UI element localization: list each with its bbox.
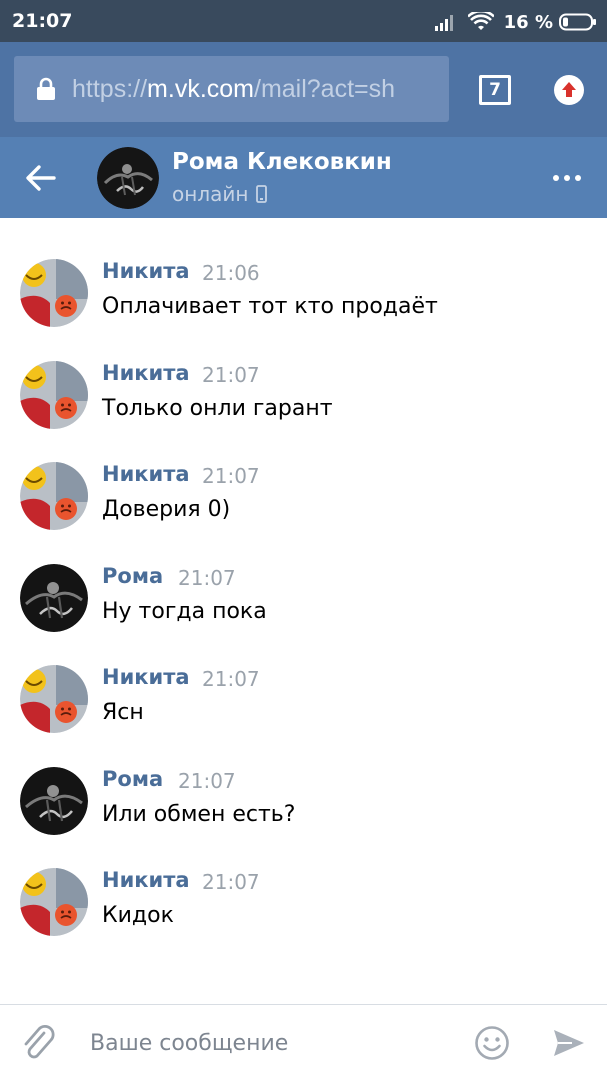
url-text: https://m.vk.com/mail?act=sh	[72, 75, 395, 104]
message-author[interactable]: Никита	[102, 665, 190, 689]
message-text: Только онли гарант	[102, 395, 333, 421]
message-author[interactable]: Рома	[102, 767, 163, 791]
contact-status-text: онлайн	[172, 182, 249, 206]
avatar-nikita-image	[20, 462, 88, 530]
message-time: 21:07	[178, 768, 236, 793]
contact-status: онлайн	[172, 182, 268, 206]
chat-header: Рома Клековкин онлайн	[0, 137, 607, 218]
message-author[interactable]: Никита	[102, 259, 190, 283]
url-path: /mail?act=sh	[254, 74, 396, 103]
message-time: 21:07	[202, 667, 260, 691]
message-author[interactable]: Рома	[102, 564, 163, 588]
avatar-nikita-image	[20, 259, 88, 327]
status-time: 21:07	[12, 10, 73, 32]
address-bar[interactable]: https://m.vk.com/mail?act=sh	[14, 56, 449, 122]
browser-toolbar: https://m.vk.com/mail?act=sh 7	[0, 42, 607, 137]
message-text: Кидок	[102, 903, 174, 928]
emoji-icon[interactable]	[474, 1025, 510, 1061]
message-list: Никита 21:06 Оплачивает тот кто продаёт Ник…	[0, 218, 607, 1004]
message-item[interactable]: Никита 21:07 Кидок	[0, 868, 607, 948]
avatar-roma-image	[97, 147, 159, 209]
back-arrow-icon[interactable]	[24, 161, 58, 195]
avatar-nikita-image	[20, 665, 88, 733]
send-icon[interactable]	[552, 1027, 586, 1059]
message-text: Оплачивает тот кто продаёт	[102, 294, 438, 319]
message-item[interactable]: Никита 21:07 Только онли гарант	[0, 360, 607, 441]
battery-percent: 16 %	[503, 11, 553, 33]
avatar[interactable]	[20, 259, 88, 327]
contact-name: Рома Клековкин	[172, 149, 392, 175]
upload-arrow-icon	[562, 82, 576, 97]
message-author[interactable]: Никита	[102, 868, 190, 892]
message-item[interactable]: Никита 21:07 Доверия 0)	[0, 462, 607, 542]
signal-icon	[434, 15, 453, 31]
paperclip-icon[interactable]	[20, 1023, 56, 1063]
phone-icon	[256, 185, 268, 203]
message-item[interactable]: Рома 21:07 Или обмен есть?	[0, 766, 607, 847]
url-host: m.vk.com	[147, 74, 254, 103]
message-text: Ясн	[102, 700, 144, 725]
url-prefix: https://	[72, 74, 148, 103]
avatar-nikita-image	[20, 360, 88, 429]
avatar[interactable]	[20, 868, 88, 936]
lock-icon	[37, 77, 55, 100]
message-time: 21:07	[178, 565, 236, 590]
message-time: 21:07	[202, 464, 260, 488]
avatar[interactable]	[20, 766, 88, 835]
message-text: Доверия 0)	[102, 497, 231, 522]
upload-icon[interactable]	[554, 75, 584, 105]
message-author[interactable]: Никита	[102, 462, 190, 486]
message-item[interactable]: Рома 21:07 Ну тогда пока	[0, 563, 607, 644]
avatar[interactable]	[20, 360, 88, 429]
message-text: Ну тогда пока	[102, 598, 267, 624]
message-time: 21:06	[202, 261, 260, 285]
battery-icon	[559, 13, 596, 31]
status-icons: 16 %	[434, 10, 597, 34]
more-icon[interactable]	[552, 173, 582, 183]
compose-bar	[0, 1004, 607, 1080]
avatar[interactable]	[20, 665, 88, 733]
message-time: 21:07	[202, 362, 260, 387]
message-item[interactable]: Никита 21:06 Оплачивает тот кто продаёт	[0, 259, 607, 339]
message-input[interactable]	[90, 1025, 450, 1061]
wifi-icon	[467, 12, 494, 30]
tabs-icon[interactable]: 7	[479, 75, 511, 105]
avatar-roma-image	[20, 766, 88, 835]
message-text: Или обмен есть?	[102, 801, 296, 827]
avatar[interactable]	[20, 462, 88, 530]
avatar[interactable]	[97, 147, 159, 209]
message-author[interactable]: Никита	[102, 361, 190, 385]
message-item[interactable]: Никита 21:07 Ясн	[0, 665, 607, 745]
avatar-nikita-image	[20, 868, 88, 936]
status-bar: 21:07 16 %	[0, 0, 607, 42]
avatar[interactable]	[20, 563, 88, 632]
avatar-roma-image	[20, 563, 88, 632]
message-time: 21:07	[202, 870, 260, 894]
